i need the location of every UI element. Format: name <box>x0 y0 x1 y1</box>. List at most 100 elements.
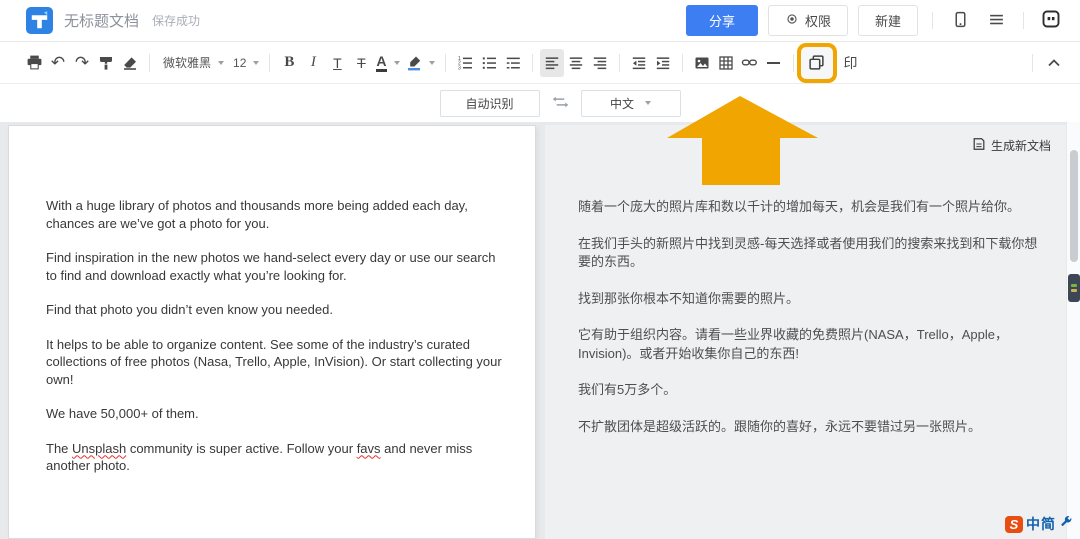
bold-button[interactable]: B <box>277 49 301 77</box>
top-bar: 无标题文档 保存成功 分享 权限 新建 <box>0 0 1080 42</box>
highlight-color-button[interactable] <box>403 49 438 77</box>
multilevel-list-button[interactable] <box>501 49 525 77</box>
align-right-button[interactable] <box>588 49 612 77</box>
indent-decrease-button[interactable] <box>627 49 651 77</box>
chevron-down-icon <box>393 60 400 65</box>
indent-increase-button[interactable] <box>651 49 675 77</box>
insert-image-button[interactable] <box>690 49 714 77</box>
redo-icon: ↷ <box>74 53 90 72</box>
extension-widget[interactable] <box>1068 274 1080 302</box>
new-document-button[interactable]: 新建 <box>857 5 918 36</box>
eye-icon <box>785 12 799 29</box>
divider <box>932 12 933 29</box>
translate-language-bar: 自动识别 中文 <box>0 84 1080 122</box>
underline-button[interactable]: T <box>325 49 349 77</box>
translated-paragraph: 不扩散团体是超级活跃的。跟随你的喜好，永远不要错过另一张照片。 <box>578 418 982 434</box>
source-document-page[interactable]: With a huge library of photos and thousa… <box>8 125 536 539</box>
format-painter-icon <box>98 55 114 71</box>
share-button[interactable]: 分享 <box>685 5 758 36</box>
font-color-button[interactable]: A <box>373 49 402 77</box>
align-center-icon <box>568 55 584 71</box>
font-family-select[interactable]: 微软雅黑 <box>157 49 230 77</box>
save-status: 保存成功 <box>152 14 201 28</box>
link-icon <box>741 55 758 70</box>
divider <box>1023 12 1024 29</box>
format-painter-button[interactable] <box>94 49 118 77</box>
align-right-icon <box>592 55 608 71</box>
indent-increase-icon <box>655 55 671 71</box>
font-size-select[interactable]: 12 <box>230 49 262 77</box>
stamp-icon: 印 <box>843 54 858 71</box>
menu-button[interactable] <box>983 8 1009 34</box>
insert-table-button[interactable] <box>714 49 738 77</box>
collapse-toolbar-button[interactable] <box>1042 49 1066 77</box>
window-dots-icon <box>1042 10 1060 31</box>
translation-panel: 生成新文档 随着一个庞大的照片库和数以千计的增加每天，机会是我们有一个照片给你。… <box>545 125 1066 539</box>
right-scroll-strip <box>1066 122 1080 539</box>
scrollbar-thumb[interactable] <box>1070 150 1078 262</box>
paragraph: Find inspiration in the new photos we ha… <box>46 250 496 283</box>
watermark-logo: S 中简 <box>1005 514 1073 534</box>
paragraph: It helps to be able to organize content.… <box>46 336 502 387</box>
source-language-select[interactable]: 自动识别 <box>439 89 540 117</box>
divider <box>149 53 150 72</box>
multilevel-list-icon <box>505 55 521 71</box>
translate-button[interactable] <box>800 46 833 79</box>
insert-link-button[interactable] <box>738 49 762 77</box>
horizontal-line-icon <box>767 61 780 64</box>
ordered-list-icon: 1 2 3 <box>457 55 473 71</box>
image-icon <box>694 55 710 71</box>
print-button[interactable] <box>22 49 46 77</box>
wrench-icon <box>1059 515 1073 534</box>
watermark-s-icon: S <box>1005 515 1023 533</box>
translated-paragraph: 我们有5万多个。 <box>578 382 677 397</box>
misspelled-word: Unsplash <box>72 440 127 456</box>
ordered-list-button[interactable]: 1 2 3 <box>453 49 477 77</box>
formatting-toolbar: ↶ ↷ 微软雅黑 12 B I T T A 1 2 3 印 <box>0 42 1080 84</box>
app-logo-icon[interactable] <box>26 7 53 34</box>
translated-paragraph: 找到那张你根本不知道你需要的照片。 <box>578 290 800 306</box>
table-icon <box>718 55 734 71</box>
swap-languages-button[interactable] <box>552 96 569 111</box>
strikethrough-button[interactable]: T <box>349 49 373 77</box>
hamburger-icon <box>988 11 1005 31</box>
italic-button[interactable]: I <box>301 49 325 77</box>
highlighter-icon <box>406 55 422 71</box>
undo-icon: ↶ <box>50 53 66 72</box>
chevron-up-icon <box>1046 55 1062 71</box>
paragraph: The Unsplash community is super active. … <box>46 440 473 474</box>
translate-icon <box>808 54 825 71</box>
bulleted-list-button[interactable] <box>477 49 501 77</box>
bulleted-list-icon <box>481 55 497 71</box>
mobile-preview-button[interactable] <box>947 8 973 34</box>
indent-decrease-icon <box>631 55 647 71</box>
widget-dot <box>1071 289 1077 292</box>
stamp-button[interactable]: 印 <box>839 49 863 77</box>
redo-button[interactable]: ↷ <box>70 49 94 77</box>
document-title[interactable]: 无标题文档 <box>64 10 139 31</box>
translated-paragraph: 在我们手头的新照片中找到灵感-每天选择或者使用我们的搜索来找到和下载你想要的东西… <box>578 235 1038 270</box>
app-window-button[interactable] <box>1038 8 1064 34</box>
divider <box>618 53 620 72</box>
generate-new-document-button[interactable]: 生成新文档 <box>972 137 1051 154</box>
document-icon <box>972 137 986 154</box>
paragraph: With a huge library of photos and thousa… <box>46 198 468 231</box>
eraser-icon <box>122 55 138 71</box>
undo-button[interactable]: ↶ <box>46 49 70 77</box>
printer-icon <box>26 54 43 71</box>
paragraph: Find that photo you didn’t even know you… <box>46 302 333 317</box>
divider <box>269 53 271 72</box>
chevron-down-icon <box>218 60 225 65</box>
phone-icon <box>952 11 969 31</box>
target-language-select[interactable]: 中文 <box>580 89 681 117</box>
divider <box>792 53 794 72</box>
translated-paragraph: 它有助于组织内容。请看一些业界收藏的免费照片(NASA，Trello，Apple… <box>578 327 1009 361</box>
swap-arrows-icon <box>552 96 569 111</box>
misspelled-word: favs <box>356 440 381 456</box>
align-left-button[interactable] <box>539 48 564 77</box>
divider <box>1032 53 1033 72</box>
clear-format-button[interactable] <box>118 49 142 77</box>
insert-hr-button[interactable] <box>762 49 786 77</box>
align-center-button[interactable] <box>564 49 588 77</box>
permission-button[interactable]: 权限 <box>767 5 848 36</box>
